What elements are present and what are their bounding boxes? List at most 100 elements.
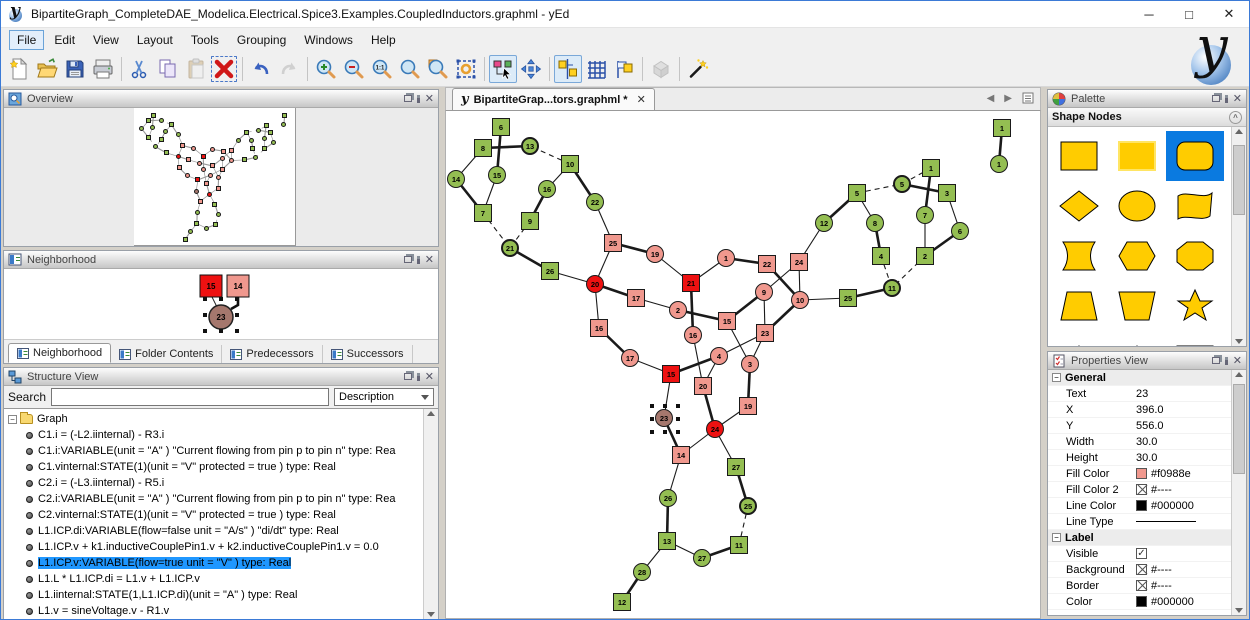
graph-node-square-23[interactable]: 23	[756, 324, 774, 342]
graph-node-circle-13[interactable]: 13	[521, 137, 539, 155]
float-icon[interactable]	[404, 373, 412, 380]
collapse-icon[interactable]: −	[1052, 373, 1061, 382]
property-row-y[interactable]: Y556.0	[1048, 418, 1231, 434]
palette-section-header[interactable]: Shape Nodes ^	[1048, 108, 1246, 127]
tree-item[interactable]: C1.i = (-L2.iinternal) - R3.i	[8, 427, 423, 443]
tree-item[interactable]: C2.vinternal:STATE(1)(unit = "V" protect…	[8, 507, 423, 523]
no-color-swatch[interactable]	[1136, 580, 1147, 591]
zoom-actual-size-button[interactable]: 1:1	[368, 55, 396, 83]
graph-node-square-17[interactable]: 17	[627, 289, 645, 307]
palette-shape-octagon[interactable]	[1166, 231, 1224, 281]
wizard-button[interactable]	[684, 55, 712, 83]
color-swatch[interactable]	[1136, 500, 1147, 511]
pin-icon[interactable]	[417, 95, 420, 103]
graph-node-square-10[interactable]: 10	[561, 155, 579, 173]
overview-content[interactable]	[4, 108, 438, 246]
undo-button[interactable]	[247, 55, 275, 83]
graph-node-square-3[interactable]: 3	[938, 184, 956, 202]
paste-button[interactable]	[182, 55, 210, 83]
property-row-line-color[interactable]: Line Color#000000	[1048, 498, 1231, 514]
property-row-fill-color-2[interactable]: Fill Color 2#----	[1048, 482, 1231, 498]
graph-node-circle-23[interactable]: 23	[655, 409, 673, 427]
collapse-icon[interactable]: −	[8, 415, 17, 424]
zoom-selection-button[interactable]	[424, 55, 452, 83]
pin-icon[interactable]	[417, 256, 420, 264]
float-icon[interactable]	[1212, 357, 1220, 364]
properties-scrollbar[interactable]	[1231, 370, 1246, 615]
graph-node-circle-8[interactable]: 8	[866, 214, 884, 232]
pan-mode-button[interactable]	[517, 55, 545, 83]
selection-handle[interactable]	[650, 404, 654, 408]
grid-button[interactable]	[582, 55, 610, 83]
tab-folder-contents[interactable]: Folder Contents	[111, 345, 222, 363]
tree-item[interactable]: L1.L * L1.ICP.di = L1.v + L1.ICP.v	[8, 571, 423, 587]
selection-handle[interactable]	[676, 417, 680, 421]
selection-handle[interactable]	[676, 430, 680, 434]
graph-node-square-11[interactable]: 11	[730, 536, 748, 554]
scroll-down-icon[interactable]	[1235, 608, 1243, 613]
graph-node-square-13[interactable]: 13	[658, 532, 676, 550]
tab-back-icon[interactable]: ◀	[987, 93, 995, 104]
search-input[interactable]	[51, 388, 329, 406]
collapse-icon[interactable]: −	[1052, 533, 1061, 542]
graph-node-circle-6[interactable]: 6	[951, 222, 969, 240]
scroll-up-icon[interactable]	[1235, 372, 1243, 377]
color-swatch[interactable]	[1136, 596, 1147, 607]
graph-node-circle-4[interactable]: 4	[710, 347, 728, 365]
structure-scrollbar[interactable]	[423, 409, 438, 619]
close-icon[interactable]: ✕	[1233, 95, 1242, 103]
graph-node-square-24[interactable]: 24	[790, 253, 808, 271]
graph-node-circle-22[interactable]: 22	[586, 193, 604, 211]
property-row-border[interactable]: Border#----	[1048, 578, 1231, 594]
graph-node-circle-24[interactable]: 24	[706, 420, 724, 438]
graph-node-square-6[interactable]: 6	[492, 118, 510, 136]
scrollbar-thumb[interactable]	[1233, 145, 1245, 215]
palette-shape-ellipse[interactable]	[1108, 181, 1166, 231]
tree-item[interactable]: L1.iinternal:STATE(1,L1.ICP.di)(unit = "…	[8, 587, 423, 603]
graph-node-circle-3[interactable]: 3	[741, 355, 759, 373]
tab-list-icon[interactable]	[1022, 92, 1034, 104]
selection-handle[interactable]	[663, 404, 667, 408]
graph-node-circle-1[interactable]: 1	[990, 155, 1008, 173]
graph-node-square-2[interactable]: 2	[916, 247, 934, 265]
graph-node-square-9[interactable]: 9	[521, 212, 539, 230]
scroll-down-icon[interactable]	[427, 612, 435, 617]
palette-shape-diamond[interactable]	[1050, 181, 1108, 231]
scroll-down-icon[interactable]	[1235, 339, 1243, 344]
neighborhood-title-bar[interactable]: Neighborhood ✕	[4, 251, 438, 269]
graph-node-circle-17[interactable]: 17	[621, 349, 639, 367]
close-icon[interactable]: ✕	[425, 256, 434, 264]
filter-dropdown[interactable]: Description	[334, 388, 434, 406]
tree-item[interactable]: L1.ICP.di:VARIABLE(flow=false unit = "A/…	[8, 523, 423, 539]
palette-shape-triangle-2[interactable]	[1108, 331, 1166, 346]
scrollbar-thumb[interactable]	[1233, 384, 1245, 474]
float-icon[interactable]	[404, 256, 412, 263]
color-swatch[interactable]	[1136, 468, 1147, 479]
graph-node-circle-20[interactable]: 20	[586, 275, 604, 293]
tree-item[interactable]: C1.vinternal:STATE(1)(unit = "V" protect…	[8, 459, 423, 475]
graph-node-circle-12[interactable]: 12	[815, 214, 833, 232]
menu-help[interactable]: Help	[363, 30, 404, 50]
menu-windows[interactable]: Windows	[296, 30, 361, 50]
properties-section-label[interactable]: −Label	[1048, 530, 1231, 546]
graph-node-square-7[interactable]: 7	[474, 204, 492, 222]
scroll-up-icon[interactable]	[1235, 129, 1243, 134]
overview-title-bar[interactable]: Overview ✕	[4, 90, 438, 108]
graph-node-square-26[interactable]: 26	[541, 262, 559, 280]
graph-node-square-15[interactable]: 15	[662, 365, 680, 383]
no-color-swatch[interactable]	[1136, 564, 1147, 575]
palette-shape-trapezoid[interactable]	[1050, 281, 1108, 331]
menu-tools[interactable]: Tools	[183, 30, 227, 50]
menu-layout[interactable]: Layout	[129, 30, 181, 50]
snap-lines-button[interactable]	[554, 55, 582, 83]
no-color-swatch[interactable]	[1136, 484, 1147, 495]
palette-shape-concave-hexagon[interactable]	[1050, 231, 1108, 281]
property-row-color[interactable]: Color#000000	[1048, 594, 1231, 610]
neighborhood-content[interactable]: 15 14 23	[4, 269, 438, 339]
tree-item[interactable]: L1.ICP.v + k1.inductiveCouplePin1.v + k2…	[8, 539, 423, 555]
property-row-background[interactable]: Background#----	[1048, 562, 1231, 578]
graph-node-square-20[interactable]: 20	[694, 377, 712, 395]
label-flag-button[interactable]	[610, 55, 638, 83]
palette-title-bar[interactable]: Palette ✕	[1048, 90, 1246, 108]
graph-node-square-1[interactable]: 1	[922, 159, 940, 177]
